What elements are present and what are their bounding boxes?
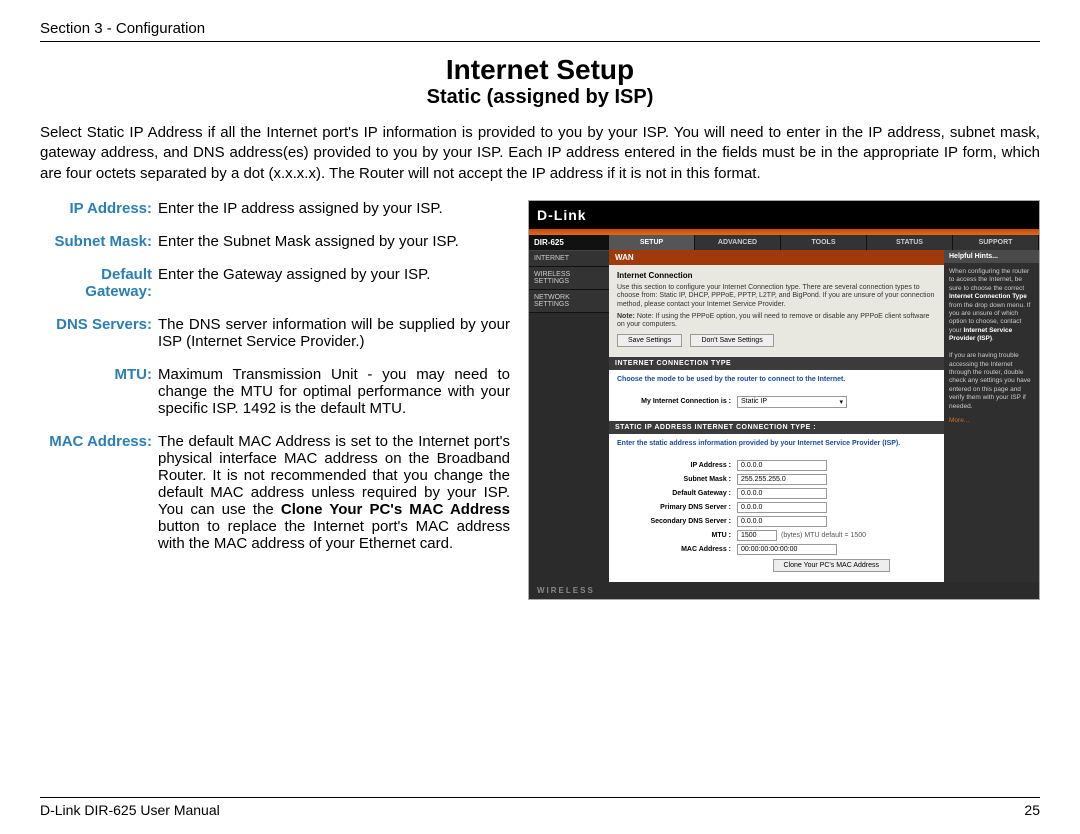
note-text: Note: If using the PPPoE option, you wil…: [617, 313, 929, 328]
tab-advanced[interactable]: ADVANCED: [695, 235, 781, 250]
conn-type-title: INTERNET CONNECTION TYPE: [609, 357, 944, 370]
def-text-gateway: Enter the Gateway assigned by your ISP.: [158, 266, 510, 300]
mac-post: button to replace the Internet port's MA…: [158, 518, 510, 552]
divider-top: [40, 41, 1040, 42]
footer-manual: D-Link DIR-625 User Manual: [40, 802, 220, 818]
dont-save-button[interactable]: Don't Save Settings: [690, 334, 773, 347]
static-note: Enter the static address information pro…: [609, 434, 944, 453]
page-subtitle: Static (assigned by ISP): [40, 86, 1040, 109]
dlink-logo: D-Link: [537, 207, 587, 223]
lbl-gateway: Default Gateway :: [617, 490, 737, 497]
def-text-subnet: Enter the Subnet Mask assigned by your I…: [158, 233, 510, 250]
wan-title: WAN: [609, 250, 944, 265]
internet-conn-txt: Use this section to configure your Inter…: [617, 284, 936, 309]
lbl-mac: MAC Address :: [617, 546, 737, 553]
internet-conn-hdr: Internet Connection: [617, 271, 936, 280]
def-text-dns: The DNS server information will be suppl…: [158, 316, 510, 350]
definitions-list: IP Address: Enter the IP address assigne…: [40, 200, 510, 600]
model-label: DIR-625: [529, 235, 609, 251]
conn-type-value: Static IP: [741, 398, 767, 405]
conn-type-select[interactable]: Static IP ▾: [737, 396, 847, 408]
nav-network[interactable]: NETWORK SETTINGS: [529, 290, 609, 313]
hints-panel: Helpful Hints... When configuring the ro…: [944, 250, 1039, 582]
def-label-mtu: MTU:: [40, 366, 158, 417]
mac-bold: Clone Your PC's MAC Address: [281, 501, 510, 518]
tab-status[interactable]: STATUS: [867, 235, 953, 250]
def-text-mtu: Maximum Transmission Unit - you may need…: [158, 366, 510, 417]
lbl-mtu: MTU :: [617, 532, 737, 539]
ss-footer: WIRELESS: [529, 582, 1039, 599]
hint-p2: If you are having trouble accessing the …: [949, 352, 1031, 410]
nav-internet[interactable]: INTERNET: [529, 251, 609, 267]
lbl-ip: IP Address :: [617, 462, 737, 469]
def-label-subnet: Subnet Mask:: [40, 233, 158, 250]
lbl-subnet: Subnet Mask :: [617, 476, 737, 483]
divider-bottom: [40, 797, 1040, 798]
tab-setup[interactable]: SETUP: [609, 235, 695, 250]
conn-type-note: Choose the mode to be used by the router…: [609, 370, 944, 389]
hint-p1c: .: [992, 335, 994, 342]
lbl-dns2: Secondary DNS Server :: [617, 518, 737, 525]
mtu-field[interactable]: 1500: [737, 530, 777, 541]
hints-title: Helpful Hints...: [944, 250, 1039, 263]
static-title: STATIC IP ADDRESS INTERNET CONNECTION TY…: [609, 421, 944, 434]
def-label-ip: IP Address:: [40, 200, 158, 217]
tab-tools[interactable]: TOOLS: [781, 235, 867, 250]
page-title: Internet Setup: [40, 54, 1040, 86]
chevron-down-icon: ▾: [839, 398, 843, 406]
intro-paragraph: Select Static IP Address if all the Inte…: [40, 123, 1040, 184]
def-text-mac: The default MAC Address is set to the In…: [158, 433, 510, 552]
clone-mac-button[interactable]: Clone Your PC's MAC Address: [773, 559, 891, 572]
def-label-dns: DNS Servers:: [40, 316, 158, 350]
left-nav: DIR-625 INTERNET WIRELESS SETTINGS NETWO…: [529, 235, 609, 582]
dns2-field[interactable]: 0.0.0.0: [737, 516, 827, 527]
save-button[interactable]: Save Settings: [617, 334, 682, 347]
gateway-field[interactable]: 0.0.0.0: [737, 488, 827, 499]
hints-more-link[interactable]: More...: [949, 417, 1034, 425]
ip-field[interactable]: 0.0.0.0: [737, 460, 827, 471]
logo-bar: D-Link: [529, 201, 1039, 229]
nav-wireless[interactable]: WIRELESS SETTINGS: [529, 267, 609, 290]
internet-conn-note: Note: Note: If using the PPPoE option, y…: [617, 313, 936, 330]
dns1-field[interactable]: 0.0.0.0: [737, 502, 827, 513]
tab-support[interactable]: SUPPORT: [953, 235, 1039, 250]
router-ui-screenshot: D-Link DIR-625 INTERNET WIRELESS SETTING…: [528, 200, 1040, 600]
mac-field[interactable]: 00:00:00:00:00:00: [737, 544, 837, 555]
top-tabs: SETUP ADVANCED TOOLS STATUS SUPPORT: [609, 235, 1039, 250]
section-header: Section 3 - Configuration: [40, 20, 1040, 37]
def-label-mac: MAC Address:: [40, 433, 158, 552]
def-text-ip: Enter the IP address assigned by your IS…: [158, 200, 510, 217]
mtu-after: (bytes) MTU default = 1500: [781, 532, 866, 539]
conn-type-label: My Internet Connection is :: [617, 398, 737, 405]
hint-b1: Internet Connection Type: [949, 293, 1027, 300]
def-label-gateway: Default Gateway:: [40, 266, 158, 300]
footer-page: 25: [1024, 802, 1040, 818]
subnet-field[interactable]: 255.255.255.0: [737, 474, 827, 485]
lbl-dns1: Primary DNS Server :: [617, 504, 737, 511]
hint-p1a: When configuring the router to access th…: [949, 268, 1029, 292]
